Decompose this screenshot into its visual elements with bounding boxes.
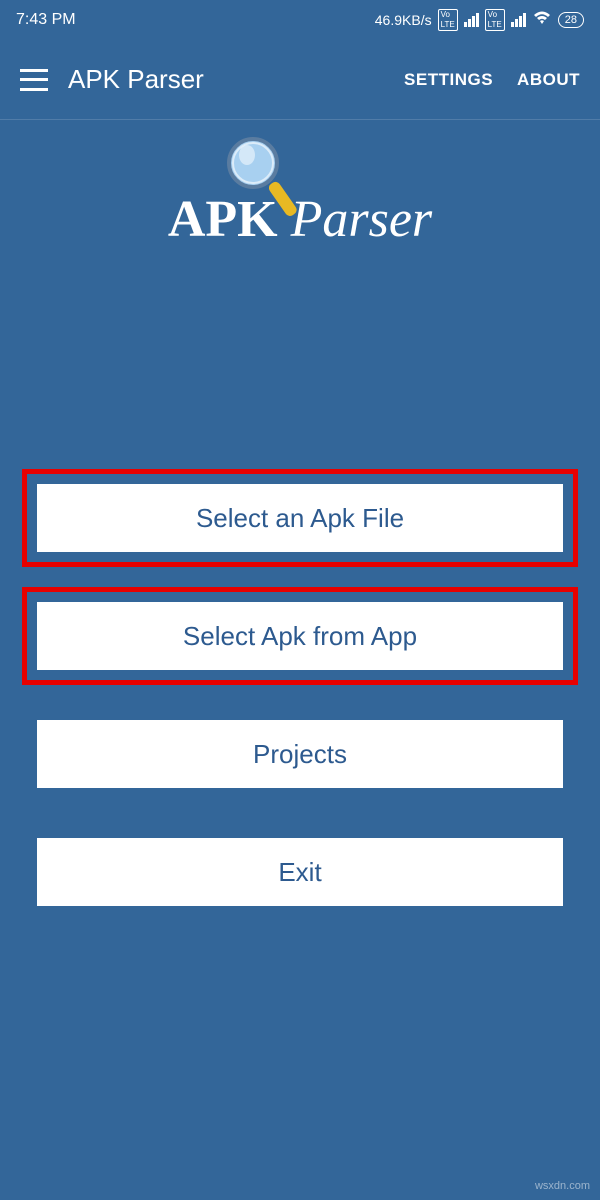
select-apk-from-app-button[interactable]: Select Apk from App <box>37 602 563 670</box>
data-speed: 46.9KB/s <box>375 12 432 28</box>
magnifier-icon <box>223 135 303 230</box>
app-toolbar: APK Parser SETTINGS ABOUT <box>0 40 600 120</box>
signal-icon-1 <box>464 13 479 27</box>
status-indicators: 46.9KB/s VoLTE VoLTE 28 <box>375 9 584 31</box>
logo-parser-text: Parser <box>291 191 433 248</box>
status-bar: 7:43 PM 46.9KB/s VoLTE VoLTE 28 <box>0 0 600 40</box>
hamburger-menu-icon[interactable] <box>20 69 48 91</box>
main-button-area: Select an Apk File Select Apk from App P… <box>0 469 600 921</box>
status-time: 7:43 PM <box>16 11 76 29</box>
battery-icon: 28 <box>558 12 584 28</box>
about-button[interactable]: ABOUT <box>517 70 580 90</box>
lte-icon-2: VoLTE <box>485 9 505 31</box>
projects-button[interactable]: Projects <box>37 720 563 788</box>
settings-button[interactable]: SETTINGS <box>404 70 493 90</box>
app-title: APK Parser <box>68 64 384 95</box>
logo-area: APK Parser <box>0 120 600 259</box>
exit-button[interactable]: Exit <box>37 838 563 906</box>
wifi-icon <box>532 10 552 31</box>
watermark: wsxdn.com <box>535 1180 590 1192</box>
select-apk-file-button[interactable]: Select an Apk File <box>37 484 563 552</box>
highlight-box-2: Select Apk from App <box>22 587 578 685</box>
lte-icon-1: VoLTE <box>438 9 458 31</box>
highlight-box-1: Select an Apk File <box>22 469 578 567</box>
signal-icon-2 <box>511 13 526 27</box>
